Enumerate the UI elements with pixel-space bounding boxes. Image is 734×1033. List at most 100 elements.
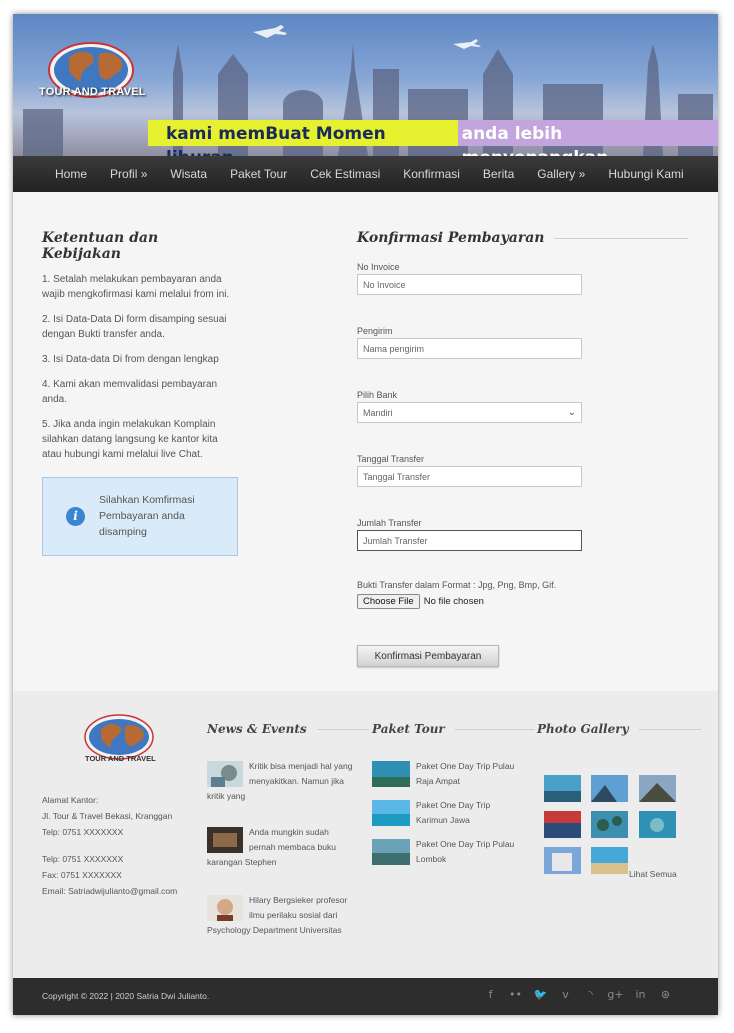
news-item[interactable]: Hilary Bergsieker profesor ilmu perilaku… (207, 893, 357, 938)
gallery-heading-row: Photo Gallery (537, 722, 701, 736)
address-line: Jl. Tour & Travel Bekasi, Kranggan (42, 811, 173, 821)
gallery-title: Photo Gallery (537, 722, 629, 736)
invoice-group: No Invoice No Invoice (357, 262, 582, 295)
policy-rule: 4. Kami akan memvalidasi pembayaran anda… (42, 379, 218, 405)
bank-label: Pilih Bank (357, 390, 398, 400)
nav-berita[interactable]: Berita (483, 167, 514, 181)
news-thumbnail (207, 827, 243, 853)
gallery-photo[interactable] (639, 811, 676, 838)
gallery-photo[interactable] (591, 847, 628, 874)
footer: TOUR AND TRAVEL Alamat Kantor: Jl. Tour … (13, 691, 718, 978)
news-thumbnail (207, 761, 243, 787)
gallery-photo[interactable] (591, 775, 628, 802)
policy-section: Ketentuan dan Kebijakan 1. Setalah melak… (42, 230, 238, 462)
package-text: Paket One Day Trip Pulau Raja Ampat (416, 761, 515, 786)
package-text: Paket One Day Trip Pulau Lombok (416, 839, 515, 864)
tagline: kami memBuat Momen liburan anda lebih me… (148, 120, 718, 156)
bottom-bar: Copyright © 2022 | 2020 Satria Dwi Julia… (13, 978, 718, 1015)
header-banner: TOUR AND TRAVEL kami memBuat Momen libur… (13, 14, 718, 156)
news-item[interactable]: Anda mungkin sudah pernah membaca buku k… (207, 825, 357, 870)
twitter-icon[interactable]: 🐦 (528, 988, 553, 1001)
tagline-part2: anda lebih menyenangkan (457, 120, 718, 156)
invoice-label: No Invoice (357, 262, 400, 272)
package-thumbnail (372, 839, 410, 865)
info-text: Silahkan Komfirmasi Pembayaran anda disa… (99, 494, 195, 538)
address-phone: Telp: 0751 XXXXXXX (42, 854, 124, 864)
form-title: Konfirmasi Pembayaran (357, 230, 545, 246)
choose-file-button[interactable]: Choose File (357, 594, 420, 609)
bank-group: Pilih Bank Mandiri ⌄ (357, 390, 582, 423)
chevron-down-icon: ⌄ (567, 407, 576, 418)
proof-group: Bukti Transfer dalam Format : Jpg, Png, … (357, 580, 556, 609)
confirm-payment-button[interactable]: Konfirmasi Pembayaran (357, 645, 499, 667)
tagline-part1: kami memBuat Momen liburan (148, 120, 458, 156)
logo-text: TOUR AND TRAVEL (39, 86, 146, 98)
nav-hubungi-kami[interactable]: Hubungi Kami (608, 167, 683, 181)
nav-gallery[interactable]: Gallery » (537, 167, 585, 181)
invoice-input[interactable]: No Invoice (357, 274, 582, 295)
address-fax: Fax: 0751 XXXXXXX (42, 870, 122, 880)
file-status: No file chosen (423, 596, 484, 607)
dribbble-icon[interactable]: ⊛ (653, 988, 678, 1001)
title-divider (554, 237, 688, 239)
news-thumbnail (207, 895, 243, 921)
news-item[interactable]: Kritik bisa menjadi hal yang menyakitkan… (207, 759, 357, 804)
page-frame: TOUR AND TRAVEL kami memBuat Momen libur… (13, 14, 718, 1015)
policy-rule: 5. Jika anda ingin melakukan Komplain si… (42, 419, 218, 460)
proof-label: Bukti Transfer dalam Format : Jpg, Png, … (357, 580, 557, 590)
main-nav: Home Profil » Wisata Paket Tour Cek Esti… (13, 156, 718, 192)
nav-konfirmasi[interactable]: Konfirmasi (403, 167, 460, 181)
news-heading-row: News & Events (207, 722, 369, 736)
date-input[interactable]: Tanggal Transfer (357, 466, 582, 487)
nav-paket-tour[interactable]: Paket Tour (230, 167, 287, 181)
nav-cek-estimasi[interactable]: Cek Estimasi (310, 167, 380, 181)
main-content: Ketentuan dan Kebijakan 1. Setalah melak… (13, 192, 718, 691)
gallery-photo[interactable] (639, 775, 676, 802)
amount-group: Jumlah Transfer Jumlah Transfer (357, 518, 582, 551)
news-title: News & Events (207, 722, 307, 736)
sender-input[interactable]: Nama pengirim (357, 338, 582, 359)
flickr-icon[interactable]: •• (503, 988, 528, 1001)
package-text: Paket One Day Trip Karimun Jawa (416, 800, 491, 825)
info-icon: i (66, 507, 85, 526)
facebook-icon[interactable]: f (478, 988, 503, 1001)
address-email[interactable]: Email: Satriadwijulianto@gmail.com (42, 883, 202, 899)
policy-rule: 2. Isi Data-Data Di form disamping sesua… (42, 314, 227, 340)
package-item[interactable]: Paket One Day Trip Karimun Jawa (372, 798, 522, 830)
nav-home[interactable]: Home (55, 167, 87, 181)
date-group: Tanggal Transfer Tanggal Transfer (357, 454, 582, 487)
policy-rule: 1. Setalah melakukan pembayaran anda waj… (42, 274, 230, 300)
vimeo-icon[interactable]: v (553, 988, 578, 1001)
social-links: f •• 🐦 v ◝ g+ in ⊛ (478, 988, 678, 1001)
see-all-link[interactable]: Lihat Semua (629, 869, 677, 879)
nav-wisata[interactable]: Wisata (170, 167, 207, 181)
packages-title: Paket Tour (372, 722, 445, 736)
rss-icon[interactable]: ◝ (578, 988, 603, 1001)
google-plus-icon[interactable]: g+ (603, 988, 628, 1001)
payment-form: Konfirmasi Pembayaran No Invoice No Invo… (357, 230, 688, 667)
gallery-photo[interactable] (544, 811, 581, 838)
package-thumbnail (372, 800, 410, 826)
sender-label: Pengirim (357, 326, 393, 336)
bank-select[interactable]: Mandiri ⌄ (357, 402, 582, 423)
address-heading: Alamat Kantor: (42, 795, 99, 805)
footer-logo-text: TOUR AND TRAVEL (85, 754, 156, 763)
package-item[interactable]: Paket One Day Trip Pulau Raja Ampat (372, 759, 522, 791)
nav-profil[interactable]: Profil » (110, 167, 147, 181)
gallery-photo[interactable] (591, 811, 628, 838)
bank-select-value: Mandiri (363, 407, 393, 418)
linkedin-icon[interactable]: in (628, 988, 653, 1001)
gallery-photo[interactable] (544, 775, 581, 802)
copyright-text: Copyright © 2022 | 2020 Satria Dwi Julia… (42, 991, 210, 1001)
gallery-photo[interactable] (544, 847, 581, 874)
office-address: Alamat Kantor: Jl. Tour & Travel Bekasi,… (42, 792, 202, 899)
info-box: i Silahkan Komfirmasi Pembayaran anda di… (42, 477, 238, 556)
policy-rules: 1. Setalah melakukan pembayaran anda waj… (42, 272, 238, 462)
amount-label: Jumlah Transfer (357, 518, 422, 528)
package-thumbnail (372, 761, 410, 787)
package-item[interactable]: Paket One Day Trip Pulau Lombok (372, 837, 522, 869)
policy-title: Ketentuan dan Kebijakan (42, 230, 159, 262)
address-phone: Telp: 0751 XXXXXXX (42, 827, 124, 837)
amount-input[interactable]: Jumlah Transfer (357, 530, 582, 551)
sender-group: Pengirim Nama pengirim (357, 326, 582, 359)
